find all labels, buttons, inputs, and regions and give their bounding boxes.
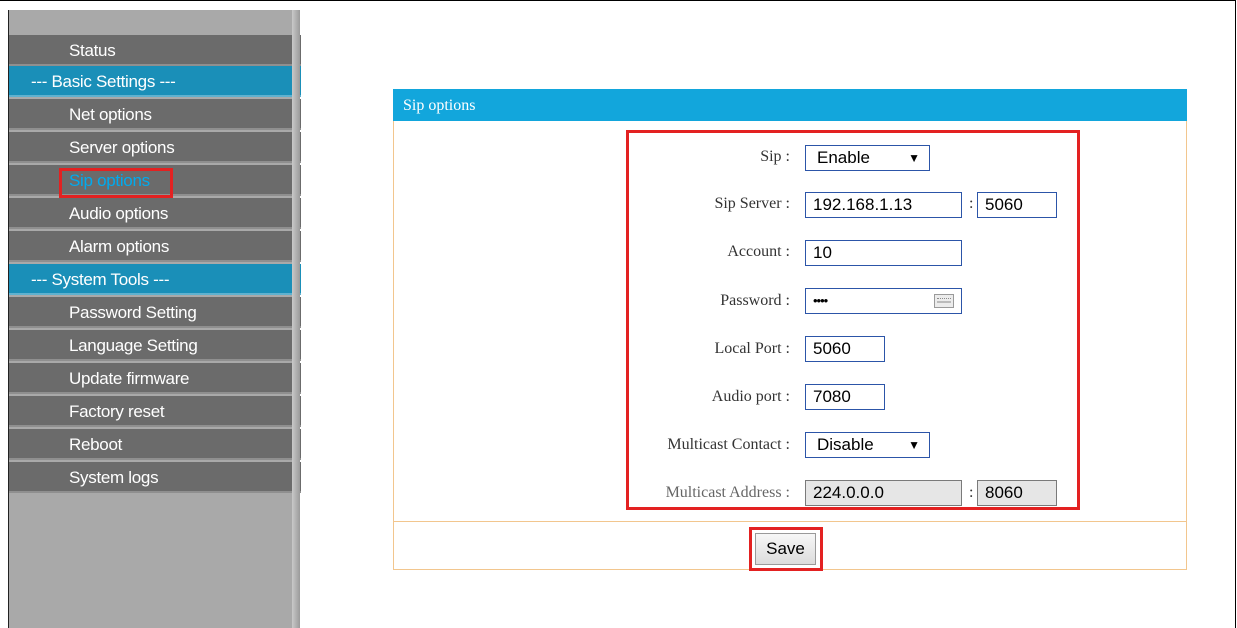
sidebar-item-label: Net options: [69, 105, 152, 124]
sidebar-item-password-setting[interactable]: Password Setting: [9, 297, 301, 328]
sidebar-item-net-options[interactable]: Net options: [9, 99, 301, 130]
sidebar-item-language-setting[interactable]: Language Setting: [9, 330, 301, 361]
panel-title: Sip options: [393, 89, 1187, 121]
sidebar-item-label: Factory reset: [69, 402, 165, 421]
save-highlight: [749, 527, 823, 571]
sidebar-item-label: Update firmware: [69, 369, 190, 388]
sidebar-item-system-logs[interactable]: System logs: [9, 462, 301, 493]
sidebar-section-basic-settings: --- Basic Settings ---: [9, 66, 301, 97]
sidebar-item-update-firmware[interactable]: Update firmware: [9, 363, 301, 394]
panel-divider: [393, 521, 1187, 522]
sidebar-item-label: Language Setting: [69, 336, 198, 355]
sidebar-item-server-options[interactable]: Server options: [9, 132, 301, 163]
form-highlight: [626, 130, 1080, 510]
sidebar-item-audio-options[interactable]: Audio options: [9, 198, 301, 229]
sidebar-item-label: Audio options: [69, 204, 169, 223]
sidebar-item-alarm-options[interactable]: Alarm options: [9, 231, 301, 262]
sidebar-section-label: --- System Tools ---: [31, 270, 170, 289]
sidebar-item-label: System logs: [69, 468, 159, 487]
sidebar-item-factory-reset[interactable]: Factory reset: [9, 396, 301, 427]
sidebar-item-label: Password Setting: [69, 303, 197, 322]
sidebar-scroll-rail: [292, 10, 300, 628]
sidebar-item-status[interactable]: Status: [9, 35, 301, 66]
sidebar-section-label: --- Basic Settings ---: [31, 72, 176, 91]
sidebar-section-system-tools: --- System Tools ---: [9, 264, 301, 295]
sidebar-item-label: Server options: [69, 138, 175, 157]
sidebar-item-label: Alarm options: [69, 237, 170, 256]
sidebar-item-reboot[interactable]: Reboot: [9, 429, 301, 460]
active-item-highlight: [59, 168, 173, 198]
sidebar-item-label: Status: [69, 41, 116, 60]
sidebar-item-label: Reboot: [69, 435, 123, 454]
sidebar: Status --- Basic Settings --- Net option…: [8, 10, 301, 628]
